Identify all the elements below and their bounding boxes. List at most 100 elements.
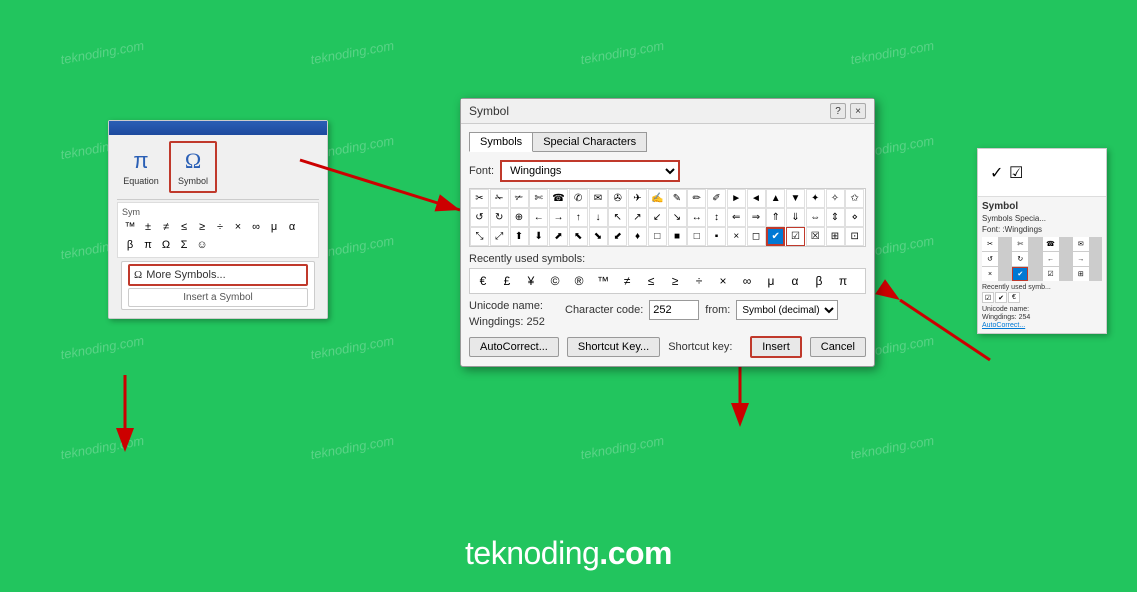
sym-cell[interactable]: × [727,227,746,246]
sym-cell[interactable]: ⤢ [490,227,509,246]
sym-le[interactable]: ≤ [176,219,192,235]
sym-cell[interactable]: ⇓ [786,208,805,227]
sym-cell[interactable]: ✂ [470,189,489,208]
recent-sym-yen[interactable]: ¥ [520,271,542,291]
font-select[interactable]: Wingdings Arial Times New Roman Webdings… [500,160,680,182]
sym-ge[interactable]: ≥ [194,219,210,235]
sym-cell[interactable]: ▪ [707,227,726,246]
sym-times[interactable]: × [230,219,246,235]
sym-cell[interactable]: ↖ [608,208,627,227]
sym-mu[interactable]: μ [266,219,282,235]
sym-cell[interactable]: ✆ [569,189,588,208]
equation-button[interactable]: π Equation [117,141,165,193]
sym-cell[interactable]: ↗ [628,208,647,227]
sym-cell[interactable]: ⬈ [549,227,568,246]
sym-cell[interactable]: ▼ [786,189,805,208]
sym-omega[interactable]: Ω [158,237,174,253]
recent-sym-ge[interactable]: ≥ [664,271,686,291]
sym-cell[interactable]: ◄ [747,189,766,208]
sym-cell[interactable]: ▲ [766,189,785,208]
sym-beta[interactable]: β [122,237,138,253]
sym-cell[interactable]: ↑ [569,208,588,227]
charcode-input[interactable] [649,300,699,320]
recent-sym-neq[interactable]: ≠ [616,271,638,291]
autocorrect-button[interactable]: AutoCorrect... [469,337,559,357]
sym-cell[interactable]: ⋄ [845,208,864,227]
dialog-help-button[interactable]: ? [830,103,846,119]
sym-cell[interactable]: ↕ [707,208,726,227]
sym-smile[interactable]: ☺ [194,237,210,253]
sym-cell[interactable]: ⊕ [510,208,529,227]
sym-inf[interactable]: ∞ [248,219,264,235]
sym-cell[interactable]: ✏ [687,189,706,208]
sym-cell[interactable]: ↙ [648,208,667,227]
sym-cell[interactable]: ✉ [589,189,608,208]
recent-sym-inf[interactable]: ∞ [736,271,758,291]
sym-cell[interactable]: ✈ [628,189,647,208]
recent-sym-euro[interactable]: € [472,271,494,291]
sym-cell[interactable]: ✁ [490,189,509,208]
sym-cell[interactable]: ✍ [648,189,667,208]
insert-button[interactable]: Insert [750,336,802,358]
sym-cell[interactable]: ■ [668,227,687,246]
sym-cell[interactable]: ⤡ [470,227,489,246]
sym-cell[interactable]: ⇑ [766,208,785,227]
sym-cell[interactable]: ⇒ [747,208,766,227]
insert-symbol-button[interactable]: Insert a Symbol [128,288,308,307]
sym-cell[interactable]: ⬋ [608,227,627,246]
sym-cell[interactable]: □ [648,227,667,246]
tab-special-chars[interactable]: Special Characters [532,132,647,152]
sym-cell[interactable]: ⬇ [529,227,548,246]
recent-sym-le[interactable]: ≤ [640,271,662,291]
recent-sym-alpha[interactable]: α [784,271,806,291]
sym-cell[interactable]: ⇐ [727,208,746,227]
sym-sigma[interactable]: Σ [176,237,192,253]
sym-cell[interactable]: ⊡ [845,227,864,246]
recent-sym-reg[interactable]: ® [568,271,590,291]
tab-symbols[interactable]: Symbols [469,132,533,152]
sym-cell[interactable]: ☎ [549,189,568,208]
sym-cell[interactable]: ⊞ [826,227,845,246]
sym-cell[interactable]: ✇ [608,189,627,208]
sym-cell[interactable]: ✎ [668,189,687,208]
sym-cell[interactable]: □ [687,227,706,246]
sym-cell[interactable]: ✦ [806,189,825,208]
sym-cell[interactable]: ⇔ [806,208,825,227]
recent-sym-tm[interactable]: ™ [592,271,614,291]
cancel-button[interactable]: Cancel [810,337,866,357]
panel3-autocorrect[interactable]: AutoCorrect... [982,322,1102,329]
sym-cell[interactable]: ⇕ [826,208,845,227]
shortcut-key-button[interactable]: Shortcut Key... [567,337,660,357]
sym-cell[interactable]: ☑ [786,227,805,246]
sym-cell[interactable]: ✃ [510,189,529,208]
sym-cell[interactable]: ♦ [628,227,647,246]
recent-sym-mu[interactable]: μ [760,271,782,291]
dialog-close-button[interactable]: × [850,103,866,119]
sym-cell[interactable]: ✩ [845,189,864,208]
sym-tm[interactable]: ™ [122,219,138,235]
more-symbols-button[interactable]: Ω More Symbols... [128,264,308,286]
sym-cell[interactable]: ↘ [668,208,687,227]
recent-sym-beta[interactable]: β [808,271,830,291]
sym-cell[interactable]: ⬊ [589,227,608,246]
sym-cell[interactable]: ⬉ [569,227,588,246]
sym-cell[interactable]: ↓ [589,208,608,227]
sym-pi[interactable]: π [140,237,156,253]
symbol-button[interactable]: Ω Symbol [169,141,217,193]
sym-cell[interactable]: ⬆ [510,227,529,246]
recent-sym-times[interactable]: × [712,271,734,291]
sym-neq[interactable]: ≠ [158,219,174,235]
sym-cell-selected[interactable]: ✔ [766,227,785,246]
recent-sym-copy[interactable]: © [544,271,566,291]
recent-sym-div[interactable]: ÷ [688,271,710,291]
sym-cell[interactable]: ✐ [707,189,726,208]
sym-cell[interactable]: → [549,208,568,227]
sym-cell[interactable]: ✄ [529,189,548,208]
sym-cell[interactable]: ↻ [490,208,509,227]
recent-sym-pi[interactable]: π [832,271,854,291]
from-select[interactable]: Symbol (decimal) Unicode (hex) [736,300,838,320]
sym-cell[interactable]: ► [727,189,746,208]
sym-cell[interactable]: ↔ [687,208,706,227]
sym-div[interactable]: ÷ [212,219,228,235]
sym-cell[interactable]: ← [529,208,548,227]
